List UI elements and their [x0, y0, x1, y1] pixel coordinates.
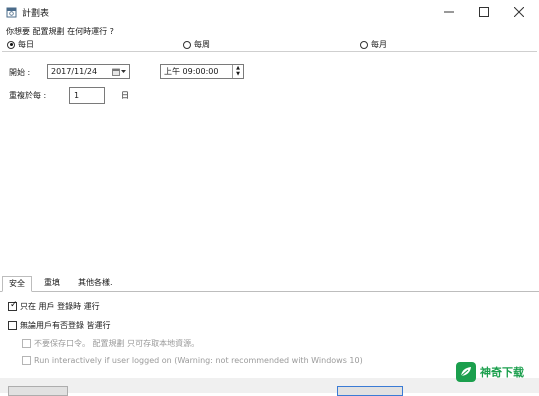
window-title: 計劃表 [22, 9, 50, 19]
maximize-button[interactable] [467, 3, 501, 21]
calendar-dropdown-icon [112, 68, 120, 76]
checkmark-icon: ✓ [10, 300, 18, 310]
option-run-interactively: Run interactively if user logged on (War… [22, 356, 363, 365]
radio-monthly[interactable]: 每月 [360, 39, 387, 50]
minimize-button[interactable] [432, 3, 466, 21]
option-no-store-password: 不要保存口令。 配置規劃 只可存取本地資源。 [22, 338, 199, 349]
checkbox-regardless-logged-on[interactable] [8, 321, 17, 330]
radio-monthly-label: 每月 [371, 40, 387, 49]
close-button[interactable] [502, 3, 536, 21]
radio-daily[interactable]: 每日 [7, 39, 34, 50]
calendar-icon [6, 7, 17, 18]
radio-weekly-label: 每周 [194, 40, 210, 49]
radio-weekly-circle[interactable] [183, 40, 191, 49]
option-run-interactively-label: Run interactively if user logged on (War… [34, 356, 363, 365]
repeat-interval-input[interactable]: 1 [69, 87, 105, 104]
radio-daily-label: 每日 [18, 40, 34, 49]
option-no-store-password-label: 不要保存口令。 配置規劃 只可存取本地資源。 [34, 339, 200, 348]
checkbox-no-store-password [22, 339, 31, 348]
minimize-icon [444, 11, 454, 13]
leaf-icon [456, 362, 476, 382]
maximize-icon [479, 7, 489, 17]
tab-misc[interactable]: 其他各樣. [72, 276, 119, 290]
checkbox-run-interactively [22, 356, 31, 365]
help-button[interactable] [8, 386, 68, 396]
close-icon [514, 7, 524, 17]
checkbox-only-logged-on[interactable]: ✓ [8, 300, 18, 311]
tab-security[interactable]: 安全 [2, 276, 32, 292]
option-regardless-logged-on[interactable]: 無論用戶有否登錄 皆運行 [8, 320, 111, 331]
start-label: 開始 : [9, 68, 31, 77]
start-time-field[interactable]: 上午 09:00:00 ▲ ▼ [160, 64, 244, 79]
start-date-picker[interactable]: 2017/11/24 [47, 64, 130, 79]
schedule-prompt: 你想要 配置規劃 在何時運行 ? [6, 27, 114, 36]
repeat-label: 重複於每 : [9, 91, 47, 100]
watermark-text: 神奇下载 [480, 366, 524, 379]
option-only-logged-on[interactable]: ✓ 只在 用戶 登錄時 運行 [8, 300, 100, 312]
option-regardless-logged-on-label: 無論用戶有否登錄 皆運行 [20, 321, 111, 330]
section-divider [2, 51, 537, 52]
radio-daily-circle[interactable] [7, 40, 15, 49]
repeat-unit-label: 日 [121, 91, 129, 100]
radio-weekly[interactable]: 每周 [183, 39, 210, 50]
chevron-down-icon [121, 69, 126, 73]
title-bar: 計劃表 [0, 0, 539, 24]
radio-monthly-circle[interactable] [360, 40, 368, 49]
watermark-logo: 神奇下载 [456, 362, 524, 382]
tab-retry[interactable]: 重填 [38, 276, 66, 290]
ok-button[interactable] [337, 386, 403, 396]
start-date-value: 2017/11/24 [51, 67, 98, 76]
start-time-value: 上午 09:00:00 [164, 67, 219, 76]
spin-down-icon[interactable]: ▼ [233, 72, 243, 79]
date-dropdown[interactable] [109, 65, 129, 78]
option-only-logged-on-label: 只在 用戶 登錄時 運行 [20, 302, 100, 311]
time-spinner[interactable]: ▲ ▼ [232, 65, 243, 78]
